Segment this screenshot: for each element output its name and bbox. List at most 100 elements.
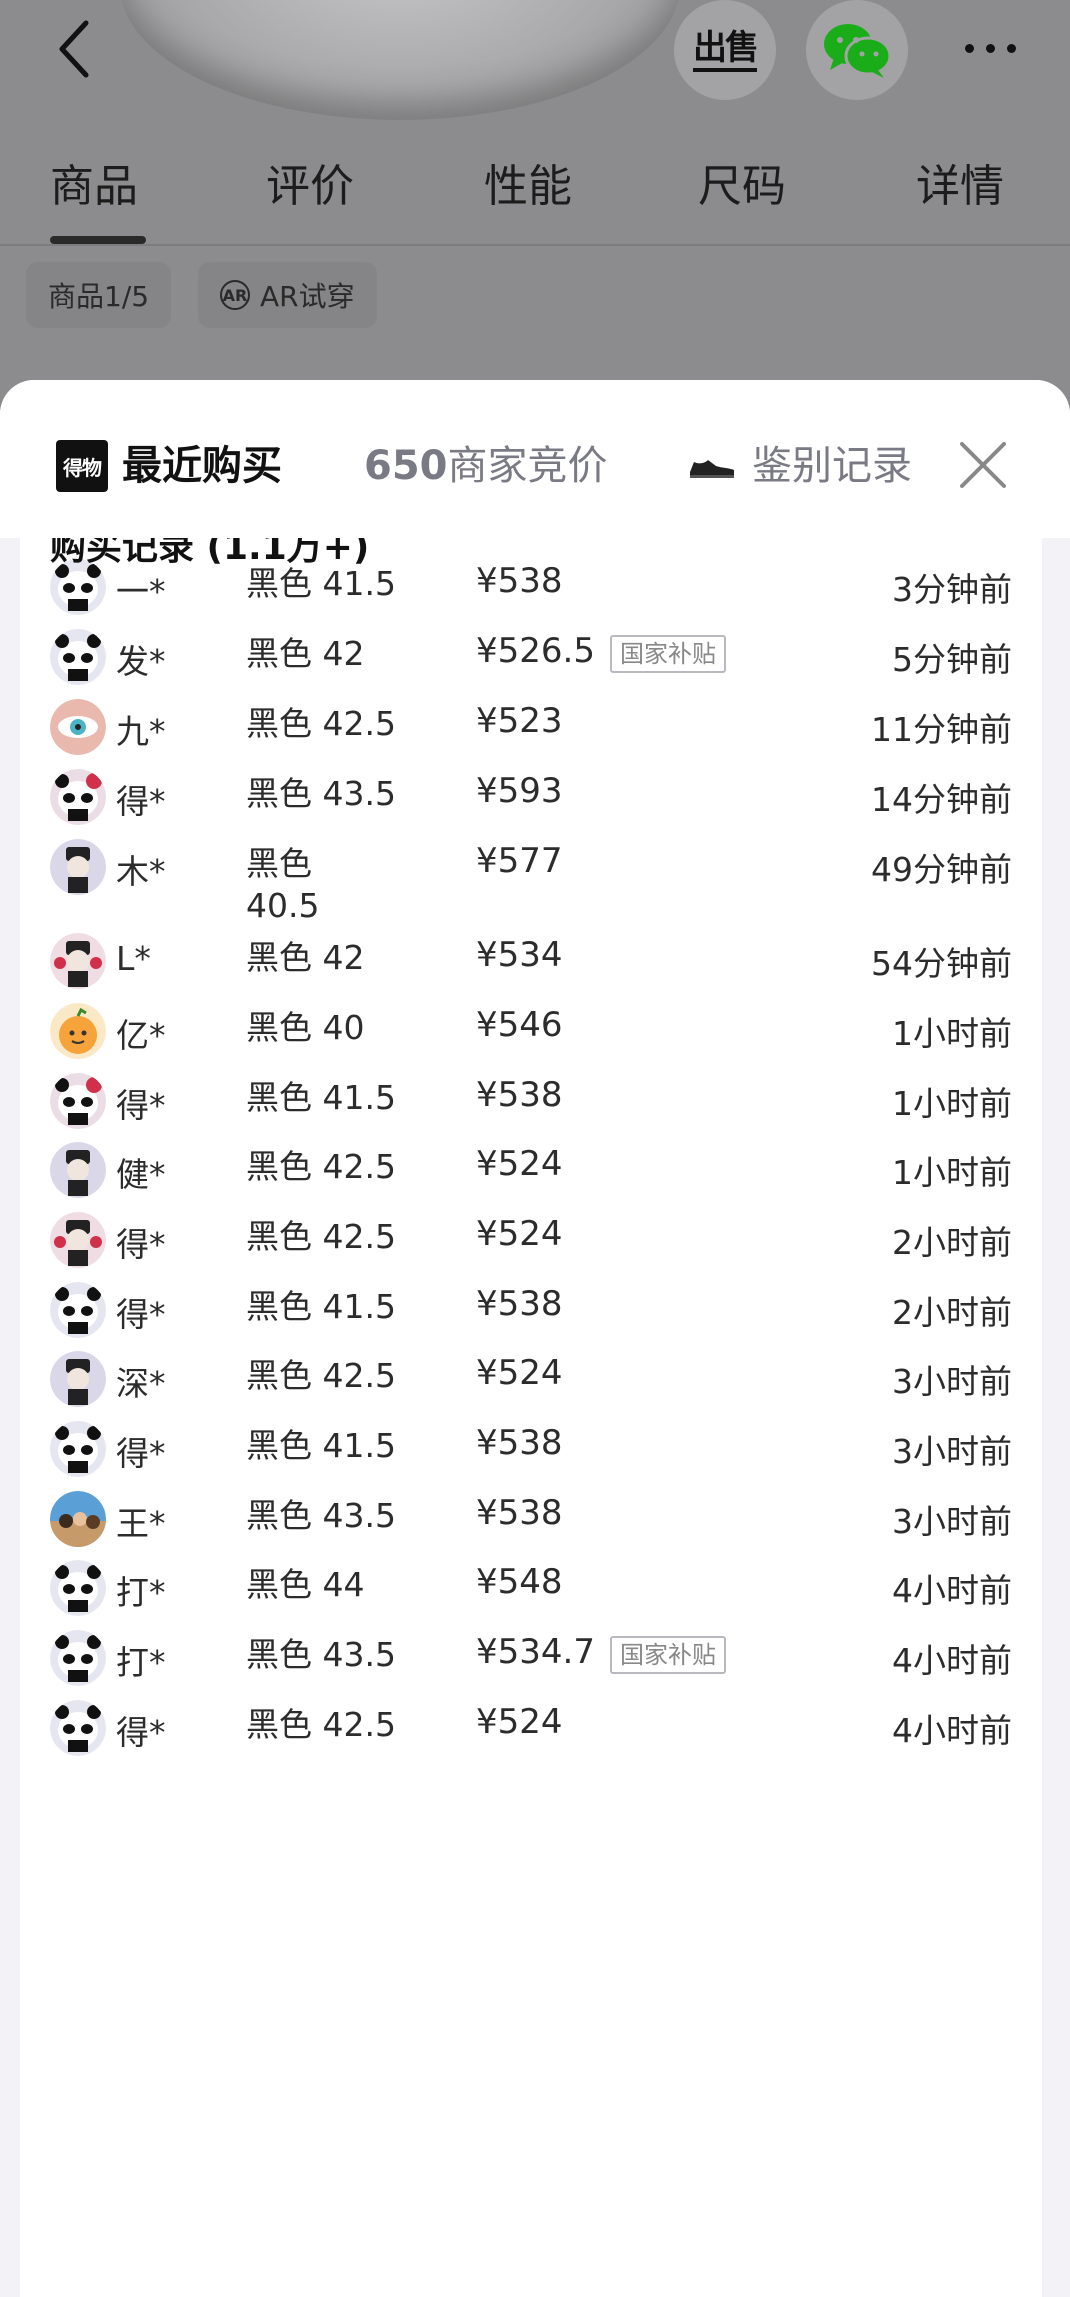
spec-size: 黑色 42.5: [246, 1705, 396, 1744]
product-page-backdrop: 出售 商品 评价 性能 尺码 详情 商品1/5 AR AR试穿: [0, 0, 1070, 400]
character-red-avatar: [50, 1212, 106, 1268]
buyer-name: 得*: [116, 782, 166, 821]
purchase-record-row: 九* 黑色 42.5 ¥523 11分钟前: [20, 699, 1042, 759]
close-icon[interactable]: [954, 436, 1012, 494]
purchase-time: 3小时前: [892, 1432, 1012, 1471]
share-wechat-button[interactable]: [806, 0, 908, 100]
panda-red-avatar: [50, 1073, 106, 1129]
purchase-time: 1小时前: [892, 1153, 1012, 1192]
price: ¥538: [476, 561, 563, 601]
active-tab-indicator: [50, 236, 146, 244]
spec-size: 黑色 41.5: [246, 1078, 396, 1117]
spec-size: 黑色 44: [246, 1565, 365, 1604]
purchase-time: 4小时前: [892, 1641, 1012, 1680]
purchase-time: 3小时前: [892, 1362, 1012, 1401]
national-subsidy-badge: 国家补贴: [610, 635, 726, 673]
spec-size: 黑色 43.5: [246, 774, 396, 813]
tab-recent-purchases[interactable]: 最近购买: [122, 440, 282, 492]
purchase-time: 3小时前: [892, 1502, 1012, 1541]
tab-performance[interactable]: 性能: [484, 150, 572, 214]
spec-size: 黑色 42.5: [246, 704, 396, 743]
product-nav-tabs: 商品 评价 性能 尺码 详情: [0, 140, 1070, 250]
price: ¥524: [476, 1702, 563, 1742]
price: ¥534.7: [476, 1632, 595, 1672]
price: ¥524: [476, 1353, 563, 1393]
buyer-name: 一*: [116, 572, 166, 611]
purchase-time: 54分钟前: [871, 944, 1012, 983]
photo-avatar: [50, 1491, 106, 1547]
buyer-name: 深*: [116, 1364, 166, 1403]
panda-red-avatar: [50, 769, 106, 825]
tab-merchant-bids[interactable]: 650商家竞价: [364, 440, 608, 492]
character-avatar: [50, 1142, 106, 1198]
price: ¥538: [476, 1493, 563, 1533]
tab-size[interactable]: 尺码: [698, 150, 786, 214]
purchase-record-row: 健* 黑色 42.5 ¥524 1小时前: [20, 1142, 1042, 1202]
tab-details[interactable]: 详情: [916, 150, 1004, 214]
character-avatar: [50, 1351, 106, 1407]
spec-size: 黑色 42.5: [246, 1147, 396, 1186]
spec-size: 黑色 43.5: [246, 1496, 396, 1535]
buyer-name: 亿*: [116, 1016, 166, 1055]
back-button[interactable]: [44, 14, 104, 84]
purchase-record-row: 王* 黑色 43.5 ¥538 3小时前: [20, 1491, 1042, 1551]
divider: [0, 244, 1070, 246]
purchase-record-row: 打* 黑色 43.5 ¥534.7 国家补贴 4小时前: [20, 1630, 1042, 1690]
buyer-name: 得*: [116, 1713, 166, 1752]
purchase-time: 2小时前: [892, 1223, 1012, 1262]
spec-size: 黑色 42.5: [246, 1356, 396, 1395]
buyer-name: 打*: [116, 1573, 166, 1612]
product-index-chip[interactable]: 商品1/5: [26, 262, 172, 328]
sneaker-icon: [690, 460, 734, 478]
more-dot-icon: [985, 43, 995, 53]
panda-avatar: [50, 1700, 106, 1756]
purchase-records-list[interactable]: 购买记录 (1.1万+) 一* 黑色 41.5 ¥538 3分钟前 发* 黑色 42 ¥52…: [20, 527, 1042, 2297]
purchase-time: 49分钟前: [871, 850, 1012, 889]
merchant-bids-label: 商家竞价: [447, 443, 608, 489]
spec-size: 黑色 41.5: [246, 1287, 396, 1326]
character-avatar: [50, 839, 106, 895]
tab-product[interactable]: 商品: [50, 150, 138, 214]
spec-size: 黑色 40: [246, 1008, 365, 1047]
spec-size: 黑色 43.5: [246, 1635, 396, 1674]
sheet-header: 得物 最近购买 650商家竞价 鉴别记录: [0, 380, 1070, 538]
ar-try-on-chip[interactable]: AR AR试穿: [198, 262, 377, 328]
tab-reviews[interactable]: 评价: [266, 150, 354, 214]
chevron-left-icon: [59, 20, 89, 78]
price: ¥538: [476, 1075, 563, 1115]
price: ¥524: [476, 1214, 563, 1254]
purchase-time: 4小时前: [892, 1711, 1012, 1750]
purchase-time: 14分钟前: [871, 780, 1012, 819]
purchase-record-row: 打* 黑色 44 ¥548 4小时前: [20, 1560, 1042, 1620]
product-index-label: 商品1/5: [48, 280, 150, 313]
buyer-name: L*: [116, 939, 151, 978]
more-dot-icon: [964, 43, 974, 53]
tab-authentication-records[interactable]: 鉴别记录: [752, 440, 912, 492]
purchase-record-row: 木* 黑色 40.5 ¥577 49分钟前: [20, 839, 1042, 925]
buyer-name: 得*: [116, 1086, 166, 1125]
purchase-time: 1小时前: [892, 1084, 1012, 1123]
national-subsidy-badge: 国家补贴: [610, 1636, 726, 1674]
purchase-time: 2小时前: [892, 1293, 1012, 1332]
more-button[interactable]: [950, 22, 1030, 74]
dewu-logo-icon: 得物: [56, 440, 108, 492]
panda-avatar: [50, 1630, 106, 1686]
orange-avatar: [50, 1003, 106, 1059]
eye-avatar: [50, 699, 106, 755]
top-bar: 出售: [0, 0, 1070, 100]
purchase-time: 4小时前: [892, 1571, 1012, 1610]
panda-avatar: [50, 1560, 106, 1616]
purchase-record-row: 得* 黑色 41.5 ¥538 2小时前: [20, 1282, 1042, 1342]
purchase-time: 5分钟前: [892, 640, 1012, 679]
purchase-record-row: 得* 黑色 41.5 ¥538 1小时前: [20, 1073, 1042, 1133]
sell-button[interactable]: 出售: [674, 0, 776, 100]
spec-size: 黑色 40.5: [246, 844, 320, 925]
buyer-name: 九*: [116, 712, 166, 751]
price: ¥526.5: [476, 631, 595, 671]
purchase-record-row: 亿* 黑色 40 ¥546 1小时前: [20, 1003, 1042, 1063]
price: ¥538: [476, 1284, 563, 1324]
spec-size: 黑色 41.5: [246, 1426, 396, 1465]
buyer-name: 得*: [116, 1225, 166, 1264]
buyer-name: 打*: [116, 1643, 166, 1682]
buyer-name: 得*: [116, 1295, 166, 1334]
